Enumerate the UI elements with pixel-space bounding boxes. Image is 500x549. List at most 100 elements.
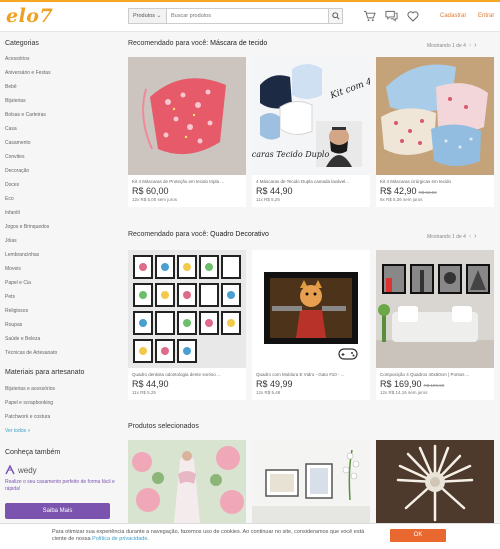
sidebar-item[interactable]: Bolsas e Carteiras [5,112,46,118]
product-price: R$ 49,99 [256,379,293,389]
search-category-select[interactable]: Produtos ⌄ [129,9,167,23]
product-card[interactable]: Quadro com Moldura E Vidro - Gato #10 - … [252,250,370,400]
categories-title: Categorias [5,40,39,47]
product-installments: 11x R$ 5,25 [256,197,280,202]
product-installments: 12x R$ 5,00 sem juros [132,197,178,202]
cart-icon [363,10,376,22]
product-card[interactable] [128,440,246,523]
register-link[interactable]: Cadastrar [440,13,466,19]
sidebar-item[interactable]: Convites [5,154,24,160]
sidebar-item[interactable]: Lembrancinhas [5,252,39,258]
materials-item[interactable]: Patchwork e costura [5,414,50,420]
product-installments: 8x R$ 5,36 sem juros [380,197,423,202]
mask-caption: Máscaras Tecido Duplo [252,150,329,159]
sidebar-item[interactable]: Jóias [5,238,17,244]
sidebar-item[interactable]: Infantil [5,210,20,216]
pager-quadros: Mostrando 1 de 4 ‹ › [427,233,477,240]
sidebar-item[interactable]: Técnicas de Artesanato [5,350,57,356]
product-image: Kit com 4 Máscaras Tecido Duplo [252,57,370,175]
messages-button[interactable] [384,9,398,23]
product-card[interactable]: Kit 4 Máscaras cirúrgicas em tecido R$ 4… [376,57,494,207]
sidebar-item[interactable]: Casamento [5,140,31,146]
product-price: R$ 44,90 [132,379,169,389]
sidebar-item[interactable]: Papel e Cia [5,280,31,286]
cookie-text: Para otimizar sua experiência durante a … [52,529,365,542]
login-link[interactable]: Entrar [478,13,494,19]
sidebar-item[interactable]: Jogos e Brinquedos [5,224,49,230]
sidebar-item[interactable]: Bijuterias [5,98,26,104]
section-title-quadros: Recomendado para você: Quadro Decorativo [128,231,269,238]
sidebar-item[interactable]: Acessórios [5,56,29,62]
product-card[interactable] [252,440,370,523]
product-name: Quadro dentista odontologia dente sorris… [132,372,221,377]
also-title: Conheça também [5,449,61,456]
materials-item[interactable]: Papel e scrapbooking [5,400,53,406]
cart-button[interactable] [362,9,376,23]
chevron-left-icon[interactable]: ‹ [469,42,471,49]
materials-item[interactable]: Bijuterias e acessórios [5,386,55,392]
product-card[interactable]: Composição 4 Quadros 40x50cm | Pontos ..… [376,250,494,400]
see-all-link[interactable]: Ver todos » [5,428,30,434]
top-header: elo7 Produtos ⌄ Cadastrar Entrar [0,0,500,32]
sidebar-item[interactable]: Doces [5,182,19,188]
product-price: R$ 60,00 [132,186,169,196]
search-bar: Produtos ⌄ [128,8,343,24]
product-card[interactable] [376,440,494,523]
sidebar-item[interactable]: Aniversário e Festas [5,70,51,76]
product-name: Quadro com Moldura E Vidro - Gato #10 - … [256,372,345,377]
cookie-ok-button[interactable]: OK [390,529,446,542]
saiba-mais-button[interactable]: Saiba Mais [5,503,110,519]
materials-title: Materiais para artesanato [5,369,85,376]
product-name: 4 Máscaras de Tecido Dupla camada laváve… [256,179,349,184]
product-image [376,57,494,175]
product-installments: 12x R$ 5,48 [256,390,281,395]
section-title-selected: Produtos selecionados [128,423,199,430]
search-input[interactable] [167,9,328,23]
product-image [128,250,246,368]
product-image [376,250,494,368]
sidebar: Categorias Acessórios Aniversário e Fest… [0,33,118,523]
wedy-name: wedy [18,465,37,475]
wedy-description: Realize o seu casamento perfeito de form… [5,479,115,492]
product-name: Kit 4 Máscaras cirúrgicas em tecido [380,179,452,184]
product-card[interactable]: Kit 4 Máscaras de Proteção em tecido tri… [128,57,246,207]
product-price: R$ 44,90 [256,186,293,196]
chevron-right-icon[interactable]: › [474,42,476,49]
heart-icon [407,10,419,22]
chat-icon [384,10,398,22]
chevron-right-icon[interactable]: › [474,233,476,240]
sidebar-item[interactable]: Moveis [5,266,21,272]
product-image [376,440,494,523]
wedy-logo[interactable]: wedy [5,465,37,475]
sidebar-item[interactable]: Pets [5,294,15,300]
product-image [128,57,246,175]
sidebar-item[interactable]: Saúde e Beleza [5,336,40,342]
sidebar-item[interactable]: Decoração [5,168,29,174]
privacy-policy-link[interactable]: Política de privacidade [92,536,147,542]
sidebar-item[interactable]: Religiosos [5,308,28,314]
product-image [252,440,370,523]
product-price: R$ 42,90 R$ 52,50 [380,186,437,196]
favorites-button[interactable] [406,9,420,23]
product-installments: 12x R$ 14,16 sem juros [380,390,428,395]
sidebar-item[interactable]: Eco [5,196,14,202]
section-title-masks: Recomendado para você: Máscara de tecido [128,40,268,47]
search-icon [331,12,340,20]
product-card[interactable]: Quadro dentista odontologia dente sorris… [128,250,246,400]
wedy-icon [5,465,15,475]
cookie-banner: Para otimizar sua experiência durante a … [0,523,500,549]
product-image [252,250,370,368]
search-button[interactable] [328,9,342,23]
sidebar-item[interactable]: Roupas [5,322,22,328]
product-image [128,440,246,523]
product-card[interactable]: Kit com 4 Máscaras Tecido Duplo 4 Máscar… [252,57,370,207]
gamepad-icon [338,348,358,360]
sidebar-item[interactable]: Casa [5,126,17,132]
pager-masks: Mostrando 1 de 4 ‹ › [427,42,477,49]
elo7-logo[interactable]: elo7 [6,5,53,27]
product-installments: 11x R$ 5,25 [132,390,156,395]
chevron-left-icon[interactable]: ‹ [469,233,471,240]
product-name: Composição 4 Quadros 40x50cm | Pontos ..… [380,372,470,377]
sidebar-item[interactable]: Bebê [5,84,17,90]
product-price: R$ 169,90 R$ 199,90 [380,379,445,389]
